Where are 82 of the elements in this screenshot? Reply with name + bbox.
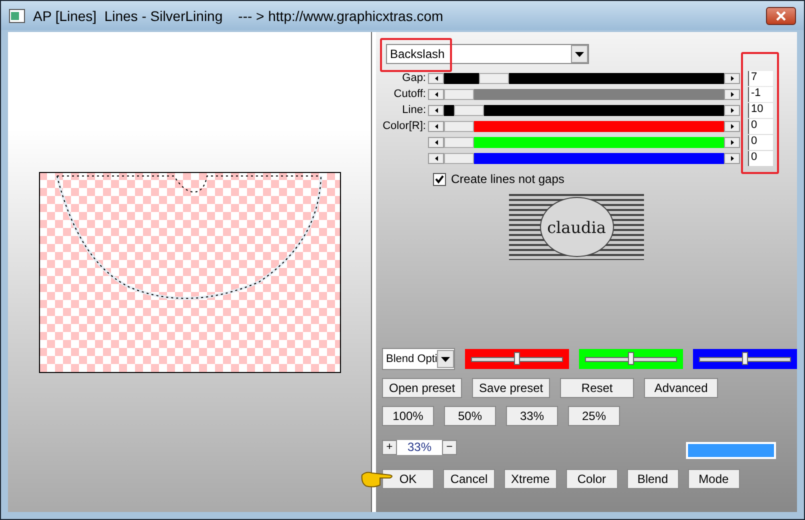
- left-arrow-button[interactable]: [428, 72, 444, 84]
- pattern-dropdown[interactable]: Backslash: [386, 44, 589, 64]
- slider[interactable]: [428, 104, 740, 116]
- slider-thumb[interactable]: [628, 352, 634, 364]
- left-arrow-button[interactable]: [428, 88, 444, 100]
- zoom-in-button[interactable]: +: [382, 440, 397, 455]
- value-field[interactable]: 10: [748, 102, 773, 118]
- value-field[interactable]: 7: [748, 70, 773, 86]
- right-arrow-icon: [730, 76, 734, 80]
- slider-thumb[interactable]: [444, 120, 474, 132]
- caret-icon: [575, 52, 584, 56]
- caret-icon: [441, 356, 450, 362]
- logo: claudia: [509, 194, 644, 260]
- right-arrow-icon: [730, 124, 734, 128]
- preset-button[interactable]: Save preset: [472, 378, 550, 398]
- checkbox[interactable]: [433, 172, 446, 186]
- slider[interactable]: [428, 120, 740, 132]
- left-arrow-button[interactable]: [428, 152, 444, 164]
- slider[interactable]: [428, 88, 740, 100]
- zoom-button[interactable]: 25%: [568, 406, 620, 426]
- zoom-out-button[interactable]: −: [442, 440, 457, 455]
- value-field[interactable]: 0: [748, 134, 773, 150]
- slider-label: Gap:: [401, 72, 426, 84]
- preset-button[interactable]: Open preset: [382, 378, 462, 398]
- window-title: AP [Lines] Lines - SilverLining --- > http://www.graphicxtras.com: [33, 8, 444, 24]
- zoom-button[interactable]: 33%: [506, 406, 558, 426]
- app-icon: [9, 8, 25, 22]
- left-arrow-icon: [434, 108, 438, 112]
- left-arrow-icon: [434, 92, 438, 96]
- left-arrow-icon: [434, 156, 438, 160]
- zoom-button[interactable]: 100%: [382, 406, 434, 426]
- blend-slider[interactable]: [693, 349, 797, 369]
- value-field[interactable]: -1: [748, 86, 773, 102]
- right-arrow-icon: [730, 108, 734, 112]
- highlight-frame: [380, 38, 452, 72]
- checkbox-label: Create lines not gaps: [451, 172, 564, 186]
- blend-dropdown[interactable]: Blend Opti: [382, 348, 455, 370]
- slider[interactable]: [428, 152, 740, 164]
- dialog-button[interactable]: Cancel: [443, 469, 495, 489]
- slider-thumb[interactable]: [444, 88, 474, 100]
- value-field[interactable]: 0: [748, 118, 773, 134]
- dialog-button[interactable]: OK: [382, 469, 434, 489]
- close-icon: [775, 10, 787, 20]
- left-arrow-button[interactable]: [428, 120, 444, 132]
- right-arrow-icon: [730, 92, 734, 96]
- slider-label: Color[R]:: [382, 120, 426, 132]
- right-arrow-icon: [730, 156, 734, 160]
- right-arrow-icon: [730, 140, 734, 144]
- slider-thumb[interactable]: [479, 72, 510, 84]
- preset-button[interactable]: Reset: [560, 378, 634, 398]
- slider-thumb[interactable]: [514, 352, 520, 364]
- dialog-button[interactable]: Mode: [688, 469, 740, 489]
- preset-button[interactable]: Advanced: [644, 378, 718, 398]
- blend-slider[interactable]: [465, 349, 569, 369]
- right-arrow-button[interactable]: [724, 72, 740, 84]
- slider-label: Line:: [401, 104, 426, 116]
- slider-label: Cutoff:: [392, 88, 426, 100]
- right-arrow-button[interactable]: [724, 88, 740, 100]
- dialog-button[interactable]: Color: [566, 469, 618, 489]
- color-swatch[interactable]: [686, 442, 776, 459]
- blend-slider[interactable]: [579, 349, 683, 369]
- right-arrow-button[interactable]: [724, 136, 740, 148]
- dialog-button[interactable]: Xtreme: [504, 469, 557, 489]
- right-arrow-button[interactable]: [724, 104, 740, 116]
- value-field[interactable]: 0: [748, 150, 773, 166]
- left-arrow-icon: [434, 124, 438, 128]
- zoom-field[interactable]: 33%: [397, 440, 442, 455]
- slider[interactable]: [428, 72, 740, 84]
- slider-thumb[interactable]: [444, 152, 474, 164]
- slider-thumb[interactable]: [444, 136, 474, 148]
- left-arrow-icon: [434, 140, 438, 144]
- right-arrow-button[interactable]: [724, 120, 740, 132]
- close-button[interactable]: [766, 6, 796, 24]
- left-arrow-button[interactable]: [428, 136, 444, 148]
- left-arrow-button[interactable]: [428, 104, 444, 116]
- dialog-button[interactable]: Blend: [626, 469, 679, 489]
- slider-thumb[interactable]: [454, 104, 484, 116]
- right-arrow-button[interactable]: [724, 152, 740, 164]
- left-arrow-icon: [434, 76, 438, 80]
- slider[interactable]: [428, 136, 740, 148]
- slider-thumb[interactable]: [742, 352, 748, 364]
- zoom-button[interactable]: 50%: [444, 406, 496, 426]
